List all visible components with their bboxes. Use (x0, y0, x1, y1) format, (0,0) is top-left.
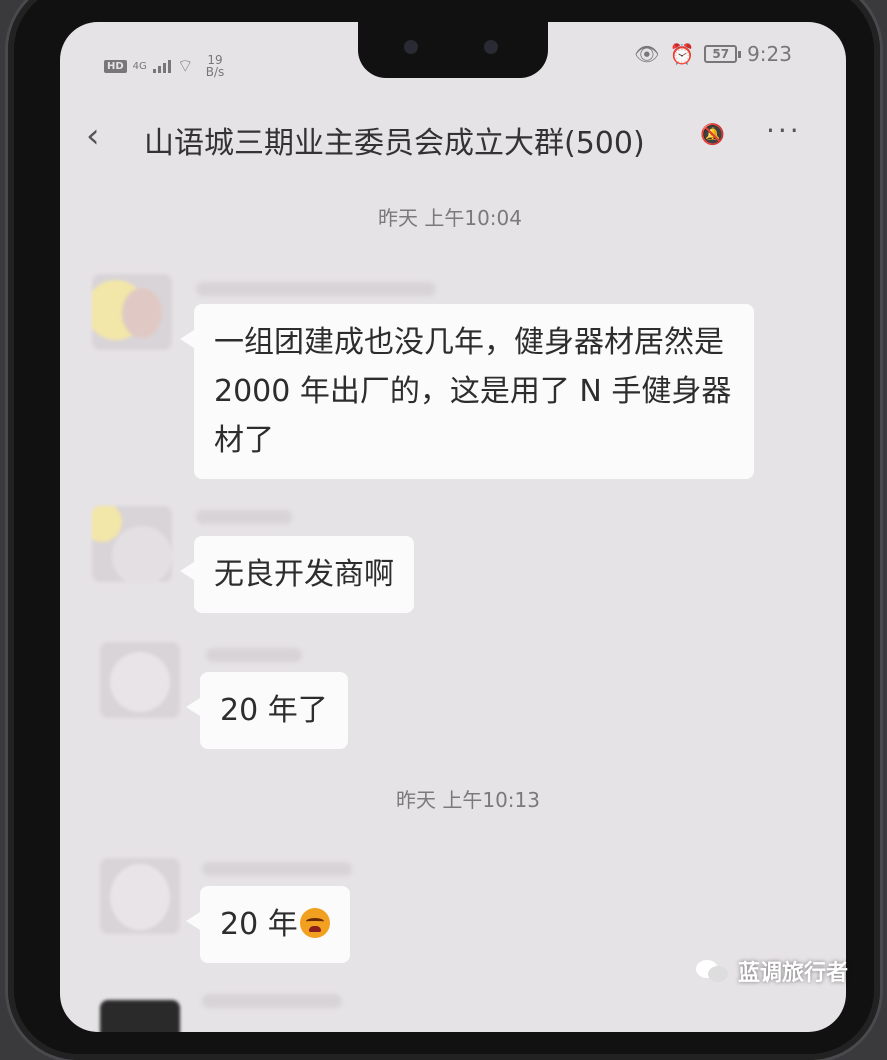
status-time: 9:23 (747, 42, 792, 66)
phone-screen: HD 4G ⌔ 19 B/s 👁 ⏰ 57 9:23 ‹ 山语城三期业主委员会成… (60, 22, 846, 1032)
message-timestamp: 昨天 上午10:04 (378, 206, 522, 230)
camera-notch (358, 22, 548, 78)
more-dots-icon[interactable]: ··· (766, 114, 802, 147)
message-bubble[interactable]: 20 年 (186, 886, 350, 963)
sender-name (196, 282, 436, 296)
avatar[interactable] (100, 1000, 180, 1032)
hd-badge: HD (104, 59, 127, 73)
message-bubble[interactable]: 20 年了 (186, 672, 348, 749)
bell-off-icon: 🔕 (700, 122, 725, 146)
avatar[interactable] (92, 506, 172, 582)
chat-title: 山语城三期业主委员会成立大群(500) (144, 126, 645, 161)
message-bubble[interactable]: 一组团建成也没几年，健身器材居然是 2000 年出厂的，这是用了 N 手健身器材… (180, 304, 754, 479)
front-camera (404, 40, 418, 54)
wifi-icon: ⌔ (176, 55, 194, 77)
network-speed: 19 B/s (206, 54, 225, 78)
watermark-text: 蓝调旅行者 (738, 961, 849, 986)
network-type: 4G (132, 60, 147, 72)
watermark: 蓝调旅行者 (696, 955, 848, 987)
wechat-icon (696, 958, 730, 984)
alarm-icon: ⏰ (669, 42, 695, 66)
angry-emoji-icon (299, 908, 330, 938)
message-bubble[interactable]: 无良开发商啊 (180, 536, 414, 613)
chat-header: ‹ 山语城三期业主委员会成立大群(500) 🔕 ··· (60, 114, 846, 164)
network-speed-unit: B/s (205, 65, 225, 79)
sender-name (202, 994, 342, 1008)
battery-indicator: 57 (704, 45, 741, 63)
eye-icon: 👁 (634, 42, 660, 66)
chevron-left-icon[interactable]: ‹ (86, 116, 100, 156)
message-timestamp: 昨天 上午10:13 (396, 788, 540, 812)
signal-icon (152, 59, 171, 73)
sender-name (196, 510, 292, 524)
avatar[interactable] (100, 858, 180, 934)
sender-name (202, 862, 352, 876)
status-bar-left: HD 4G ⌔ 19 B/s (104, 54, 224, 78)
status-bar-right: 👁 ⏰ 57 9:23 (634, 42, 792, 66)
front-sensor (484, 40, 498, 54)
avatar[interactable] (92, 274, 172, 350)
avatar[interactable] (100, 642, 180, 718)
message-text: 20 年 (220, 907, 298, 942)
sender-name (206, 648, 302, 662)
